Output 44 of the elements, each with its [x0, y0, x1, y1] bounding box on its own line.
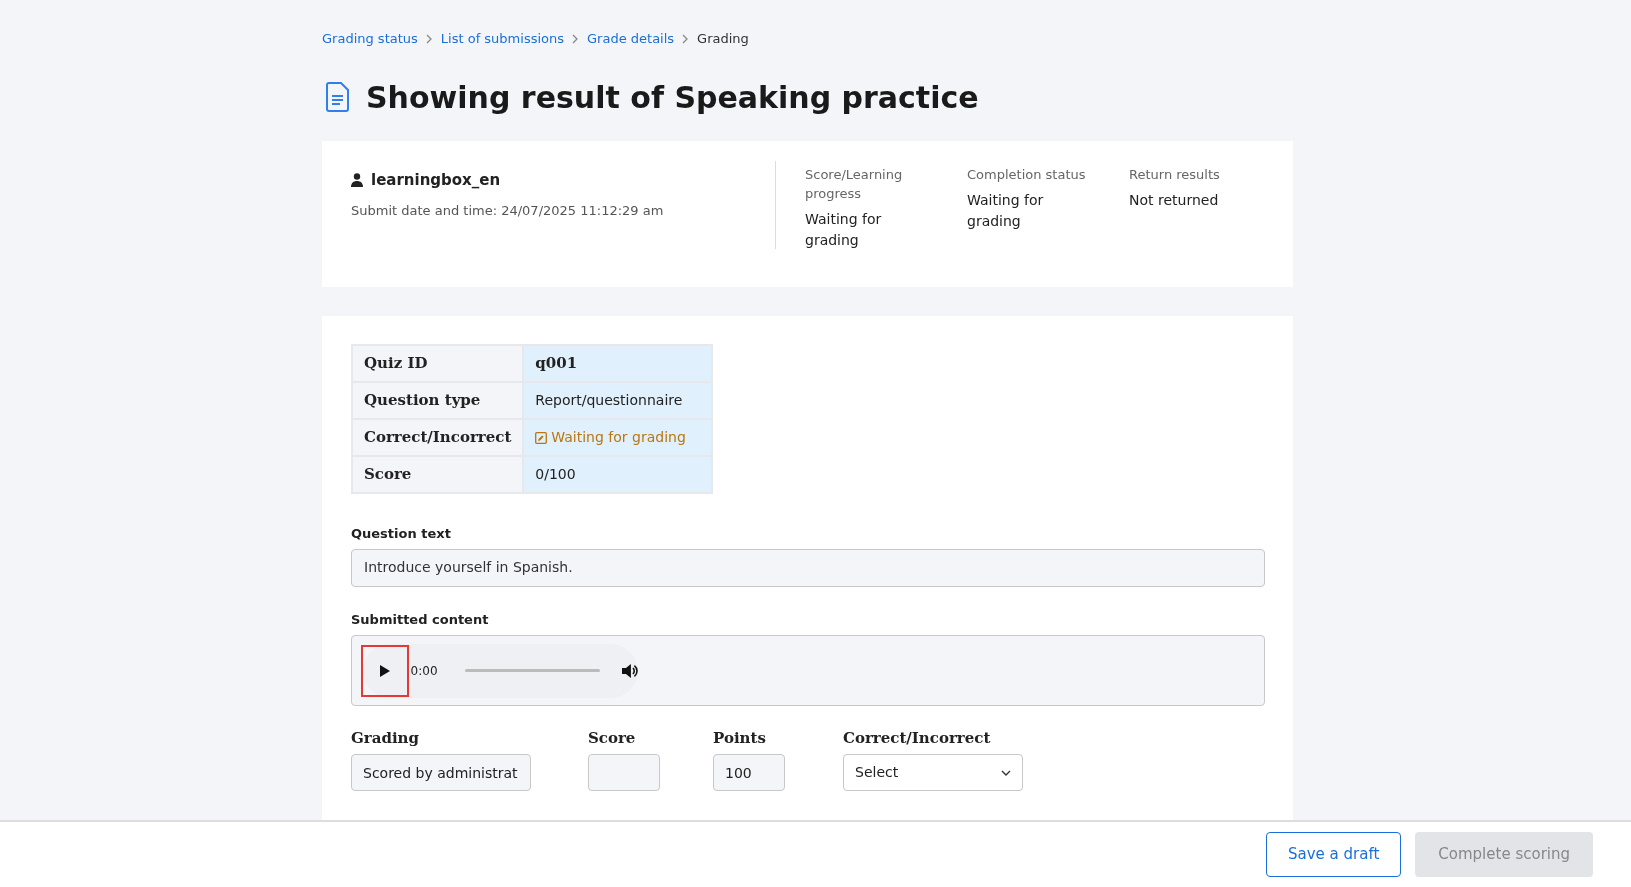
table-cell: Quiz ID: [352, 345, 524, 382]
field-label: Points: [713, 728, 767, 747]
document-icon: [326, 82, 350, 112]
table-cell: 0/100: [523, 456, 713, 493]
user-icon: [351, 173, 363, 188]
chevron-icon: [572, 34, 579, 44]
field-label: Score: [588, 728, 637, 747]
volume-icon[interactable]: [622, 663, 638, 678]
save-button[interactable]: Save a draft: [1266, 832, 1402, 877]
breadcrumb-current: Grading: [697, 30, 749, 49]
field-label: Correct/Incorrect: [843, 728, 992, 747]
select-dropdown[interactable]: Select: [843, 754, 1023, 791]
stat-value: Waiting for grading: [805, 210, 883, 250]
play-icon: [379, 664, 390, 677]
page-title: Showing result of Speaking practice: [366, 78, 979, 117]
stat-value: Waiting for grading: [967, 191, 1045, 231]
stat-label: Return results: [1129, 166, 1221, 184]
breadcrumb-link[interactable]: Grading status: [322, 29, 418, 49]
field-label: Submitted content: [351, 610, 490, 629]
table-cell: Question type: [352, 382, 524, 419]
edit-icon: [535, 431, 548, 444]
table-cell: q001: [523, 345, 713, 382]
input-field[interactable]: [588, 754, 660, 791]
chevron-icon: [682, 34, 690, 44]
chevron-down-icon: [1001, 769, 1011, 776]
status-text: Waiting for grading: [551, 428, 686, 447]
field-label: Grading: [351, 728, 420, 747]
field-label: Question text: [351, 525, 452, 543]
table-cell: Score: [352, 456, 524, 493]
submit-date: Submit date and time: 24/07/2025 11:12:29 am: [351, 201, 665, 220]
breadcrumb-link[interactable]: List of submissions: [440, 29, 564, 49]
chevron-icon: [425, 34, 433, 44]
input-field[interactable]: Scored by administrat: [351, 754, 531, 791]
table-cell: Report/questionnaire: [523, 382, 713, 419]
input-field[interactable]: 100: [713, 754, 785, 791]
stat-label: Completion status: [967, 166, 1087, 184]
breadcrumb-link[interactable]: Grade details: [587, 29, 675, 49]
stat-value: Not returned: [1129, 191, 1220, 210]
play-button[interactable]: [363, 646, 407, 695]
user-name: learningbox_en: [371, 170, 501, 191]
seek-track[interactable]: [464, 669, 601, 672]
table-cell: Correct/Incorrect: [352, 419, 524, 456]
stat-label: Score/Learning progress: [805, 166, 904, 203]
time-display: 0:00: [410, 662, 438, 680]
